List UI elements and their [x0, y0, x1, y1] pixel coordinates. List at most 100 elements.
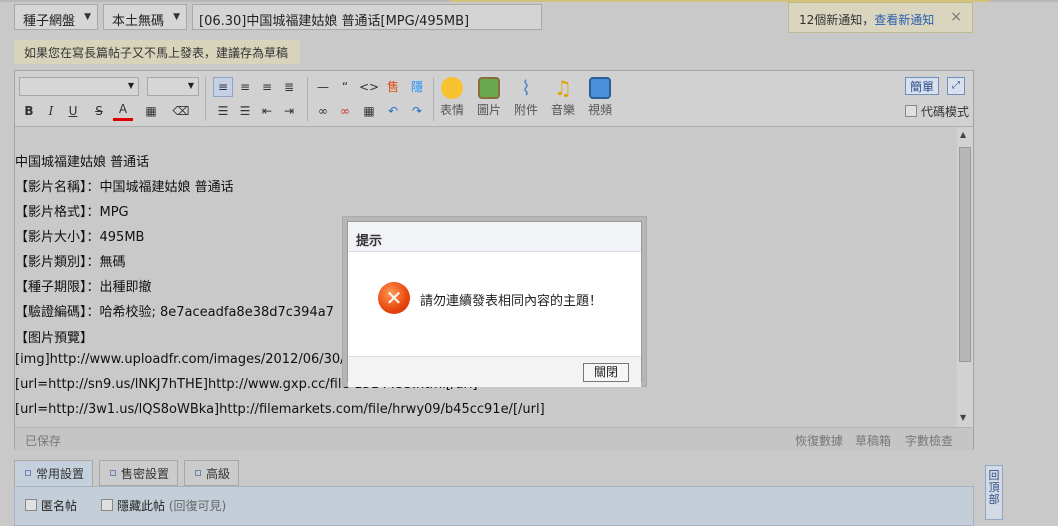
category-select[interactable]: 種子網盤 ▼ [14, 4, 98, 30]
image-button[interactable]: 圖片 [472, 77, 506, 118]
hide-post-option[interactable]: 隱藏此帖 (回復可見) [101, 497, 226, 514]
tab-bullet-icon [195, 470, 201, 476]
music-note-icon: ♫ [554, 76, 572, 100]
error-icon: ✕ [378, 282, 410, 314]
scroll-up-icon[interactable]: ▲ [960, 130, 966, 139]
attachment-button[interactable]: ⌇ 附件 [509, 77, 543, 118]
emoticon-button[interactable]: 表情 [435, 77, 469, 118]
code-mode-toggle[interactable]: 代碼模式 [905, 103, 969, 120]
saved-status: 已保存 [25, 434, 62, 448]
anonymous-checkbox[interactable] [25, 499, 37, 511]
bold-button[interactable]: B [19, 101, 39, 121]
italic-button[interactable]: I [41, 101, 61, 121]
eraser-icon[interactable]: ⌫ [171, 101, 191, 121]
hide-icon[interactable]: 隱 [407, 77, 427, 97]
table-icon[interactable]: ▦ [359, 101, 379, 121]
drafts-link[interactable]: 草稿箱 [855, 432, 891, 449]
unlink-icon[interactable]: ∞ [335, 101, 355, 121]
dialog-title: 提示 [348, 222, 641, 252]
strikethrough-button[interactable]: S [89, 101, 109, 121]
fullscreen-icon[interactable]: ⤢ [947, 77, 965, 95]
toolbar-separator [205, 77, 206, 121]
video-label: 視頻 [587, 103, 612, 117]
subject-input[interactable]: [06.30]中国城福建姑娘 普通话[MPG/495MB] [192, 4, 542, 30]
dialog-close-button[interactable]: 關閉 [583, 363, 629, 382]
word-check-link[interactable]: 字數檢查 [905, 432, 953, 449]
font-color-button[interactable]: A [113, 101, 133, 121]
tab-sell-settings[interactable]: 售密設置 [99, 460, 179, 486]
underline-button[interactable]: U [63, 101, 83, 121]
chevron-down-icon: ▼ [127, 81, 134, 90]
editor-scrollbar[interactable]: ▲ ▼ [957, 127, 973, 427]
anonymous-label: 匿名帖 [41, 499, 78, 513]
dialog-body: 提示 ✕ 請勿連續發表相同內容的主題！ 關閉 [347, 221, 642, 387]
quote-icon[interactable]: “ [335, 77, 355, 97]
tab-label: 售密設置 [121, 467, 170, 481]
align-center-icon[interactable]: ≡ [235, 77, 255, 97]
link-icon[interactable]: ∞ [313, 101, 333, 121]
font-family-select[interactable]: ▼ [19, 77, 139, 96]
view-notifications-link[interactable]: 查看新通知 [874, 13, 934, 27]
content-line: 【影片類別】：無碼 [15, 255, 126, 270]
code-mode-label: 代碼模式 [921, 105, 970, 119]
image-label: 圖片 [476, 103, 501, 117]
ordered-list-icon[interactable]: ☰ [213, 101, 233, 121]
chevron-down-icon: ▼ [173, 12, 180, 22]
settings-tabs: 常用設置 售密設置 高級 匿名帖 隱藏此帖 (回復可見) [14, 460, 974, 526]
align-left-icon[interactable]: ≡ [213, 77, 233, 97]
music-label: 音樂 [550, 103, 575, 117]
draft-hint: 如果您在寫長篇帖子又不馬上發表，建議存為草稿 [14, 40, 301, 64]
code-mode-checkbox[interactable] [905, 105, 917, 117]
editor-statusbar: 已保存 恢復數據 草稿箱 字數檢查 [15, 427, 973, 450]
hide-post-label: 隱藏此帖 [117, 499, 166, 513]
chevron-down-icon: ▼ [84, 12, 91, 22]
restore-data-link[interactable]: 恢復數據 [795, 432, 843, 449]
content-line: 【影片格式】：MPG [15, 205, 129, 220]
music-button[interactable]: ♫ 音樂 [546, 77, 580, 118]
align-right-icon[interactable]: ≡ [257, 77, 277, 97]
content-line: [img]http://www.uploadfr.com/images/2012… [15, 352, 366, 367]
tab-advanced[interactable]: 高級 [184, 460, 240, 486]
video-button[interactable]: 視頻 [583, 77, 617, 118]
indent-icon[interactable]: ⇥ [279, 101, 299, 121]
content-line: 中国城福建姑娘 普通话 [15, 155, 150, 170]
editor-toolbar: ▼ ▼ B I U S A ▦ ⌫ ≡ ≡ ≡ ≣ ☰ ☰ ⇤ ⇥ — “ <>… [15, 71, 973, 127]
scroll-down-icon[interactable]: ▼ [960, 413, 966, 422]
smiley-icon [441, 77, 463, 99]
attachment-label: 附件 [513, 103, 538, 117]
undo-icon[interactable]: ↶ [383, 101, 403, 121]
code-icon[interactable]: <> [359, 77, 379, 97]
tab-panel: 匿名帖 隱藏此帖 (回復可見) [14, 486, 974, 526]
horizontal-rule-icon[interactable]: — [313, 77, 333, 97]
dialog-footer: 關閉 [348, 356, 641, 387]
subject-value: [06.30]中国城福建姑娘 普通话[MPG/495MB] [199, 14, 470, 29]
unordered-list-icon[interactable]: ☰ [235, 101, 255, 121]
tab-common-settings[interactable]: 常用設置 [14, 460, 94, 487]
tab-label: 常用設置 [36, 467, 85, 481]
toolbar-separator [433, 77, 434, 121]
toolbar-separator [307, 77, 308, 121]
paperclip-icon: ⌇ [521, 76, 531, 100]
tab-bullet-icon [110, 470, 116, 476]
hide-post-hint: (回復可見) [168, 499, 227, 513]
redo-icon[interactable]: ↷ [407, 101, 427, 121]
content-line: 【影片大小】：495MB [15, 230, 145, 245]
alert-dialog: 提示 ✕ 請勿連續發表相同內容的主題！ 關閉 [342, 216, 647, 387]
simple-mode-button[interactable]: 簡單 [905, 77, 939, 95]
tab-bullet-icon [25, 470, 31, 476]
anonymous-option[interactable]: 匿名帖 [25, 497, 77, 514]
font-size-select[interactable]: ▼ [147, 77, 199, 96]
dialog-message: 請勿連續發表相同內容的主題！ [420, 294, 603, 309]
type-select[interactable]: 本土無碼 ▼ [103, 4, 187, 30]
align-justify-icon[interactable]: ≣ [279, 77, 299, 97]
close-icon[interactable]: × [950, 9, 962, 25]
sell-icon[interactable]: 售 [383, 77, 403, 97]
back-to-top-button[interactable]: 回頂部 [985, 465, 1003, 520]
video-icon [589, 77, 611, 99]
content-line: 【影片名稱】：中国城福建姑娘 普通话 [15, 180, 234, 195]
background-color-icon[interactable]: ▦ [141, 101, 161, 121]
hide-post-checkbox[interactable] [101, 499, 113, 511]
outdent-icon[interactable]: ⇤ [257, 101, 277, 121]
type-select-value: 本土無碼 [112, 14, 165, 29]
scrollbar-thumb[interactable] [959, 147, 971, 362]
